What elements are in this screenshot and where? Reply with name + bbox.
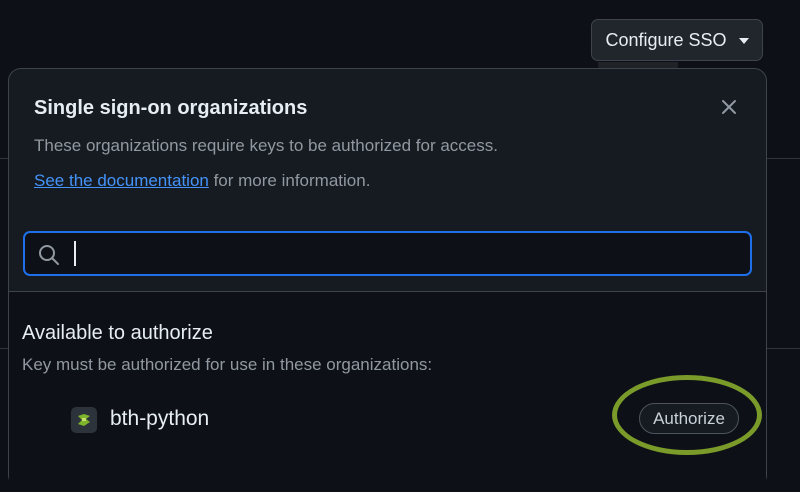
org-name: bth-python bbox=[110, 407, 210, 430]
search-icon bbox=[39, 245, 59, 265]
dialog-description: These organizations require keys to be a… bbox=[34, 136, 498, 155]
dialog-body: Available to authorize Key must be autho… bbox=[9, 292, 766, 492]
authorize-button[interactable]: Authorize bbox=[639, 403, 739, 434]
caret-down-icon bbox=[738, 38, 749, 44]
org-row: bth-python Authorize bbox=[9, 375, 766, 455]
org-avatar-icon bbox=[71, 407, 97, 433]
configure-sso-label: Configure SSO bbox=[605, 29, 727, 50]
section-subheading: Key must be authorized for use in these … bbox=[22, 355, 433, 374]
close-button[interactable] bbox=[717, 95, 741, 119]
org-logo-icon bbox=[78, 414, 90, 426]
dialog-title: Single sign-on organizations bbox=[34, 97, 308, 119]
search-field[interactable] bbox=[23, 231, 752, 276]
documentation-suffix: for more information. bbox=[208, 171, 371, 190]
section-heading: Available to authorize bbox=[22, 322, 213, 344]
configure-sso-button[interactable]: Configure SSO bbox=[591, 19, 763, 61]
search-input[interactable] bbox=[71, 237, 745, 272]
documentation-line: See the documentation for more informati… bbox=[34, 171, 370, 191]
dialog-header: Single sign-on organizations These organ… bbox=[9, 69, 766, 292]
sso-organizations-dialog: Single sign-on organizations These organ… bbox=[8, 68, 767, 492]
close-icon bbox=[722, 100, 736, 114]
text-cursor bbox=[74, 241, 76, 266]
documentation-link[interactable]: See the documentation bbox=[34, 171, 209, 190]
